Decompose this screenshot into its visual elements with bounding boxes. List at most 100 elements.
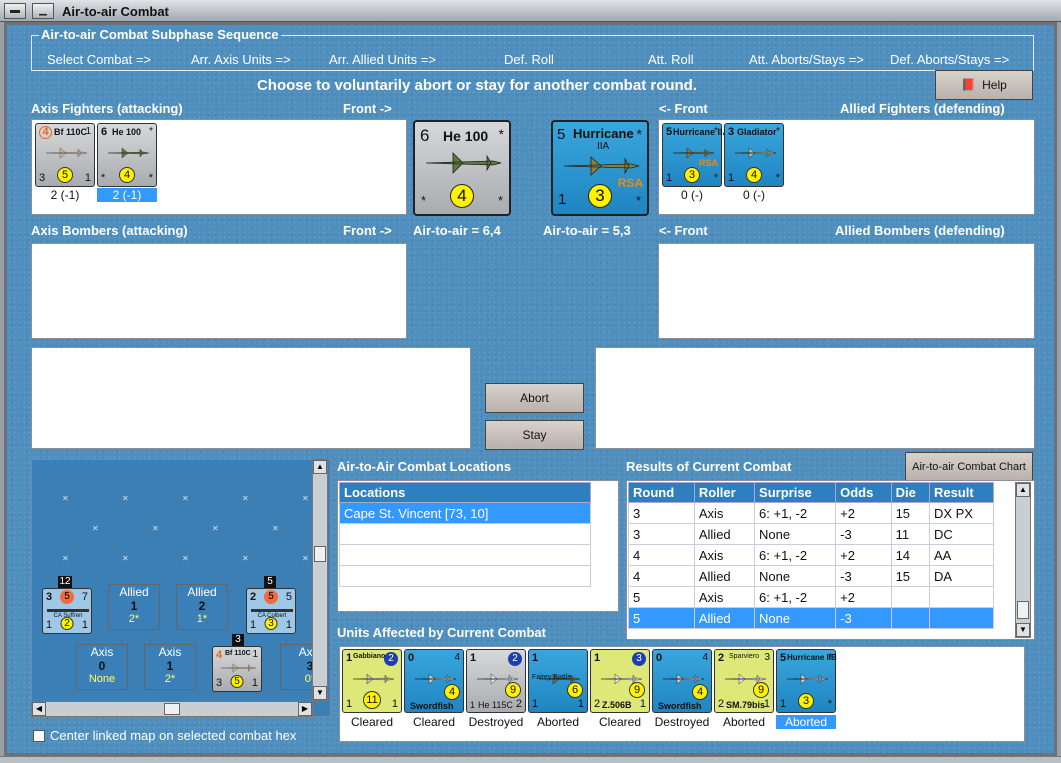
counter-strength: 5 [230,675,244,688]
scroll-down-icon[interactable]: ▼ [1016,623,1030,637]
cell-side: Allied [187,585,217,599]
stack-count-badge: 5 [264,576,276,588]
map-horizontal-scrollbar[interactable]: ◀ ▶ [31,701,313,717]
counter-strength: 11 [363,691,381,709]
scroll-up-icon[interactable]: ▲ [1016,483,1030,497]
counter-move: 1 [84,172,91,184]
hex-dot: ✕ [302,554,309,563]
scroll-right-icon[interactable]: ▶ [298,702,312,716]
counter-air-attack: 4 [216,649,223,661]
counter-strength: 6 [567,682,583,698]
cell-count: 0 [98,659,106,673]
affected-unit-swordfish-2[interactable]: 0 4 Swordfish 4 [652,649,712,713]
stay-button[interactable]: Stay [485,420,584,450]
table-row[interactable]: 5 Axis 6: +1, -2 +2 [628,586,995,608]
minimize-button[interactable]: ▁ [32,3,54,19]
plane-icon [734,147,777,159]
affected-unit-gabbiano[interactable]: 1 Gabbiano 2 1 11 1 [342,649,402,713]
counter-name: Gabbiano [353,653,386,660]
table-row[interactable]: 4 Allied None -3 15 DA [628,565,995,587]
unit-counter-he100[interactable]: 6 He 100 * * 4 * [97,123,157,187]
locations-column-header: Locations [339,482,591,503]
active-axis-fighter[interactable]: 6 He 100 * * 4 * [413,120,511,216]
units-affected-box[interactable]: 1 Gabbiano 2 1 11 1 Cleared 0 4 Swordfis… [339,646,1025,742]
plane-icon [220,663,257,673]
system-menu-button[interactable]: ▬ [4,3,26,19]
table-row-selected[interactable]: 5 Allied None -3 [628,607,995,629]
cell: AA [928,544,995,566]
axis-bombers-box[interactable] [31,243,407,339]
center-map-label: Center linked map on selected combat hex [50,728,297,743]
map-cell-axis-1[interactable]: Axis 1 2* [144,644,196,690]
cell: Axis [693,586,756,608]
table-row[interactable]: 4 Axis 6: +1, -2 +2 14 AA [628,544,995,566]
counter-range: 3 [764,652,770,663]
unit-counter-bf110c[interactable]: 4 Bf 110C 1 3 5 1 [35,123,95,187]
instruction-text: Choose to voluntarily abort or stay for … [256,77,698,94]
ship-counter-colbert[interactable]: 2 5 5 CA Colbert 1 3 1 [246,588,296,634]
unit-counter-hurricane[interactable]: 5 Hurricane IIA * RSA 1 3 * [662,123,729,187]
map-cell-allied-1[interactable]: Allied 1 2* [108,584,160,630]
unit-result-label: 0 (-) [743,188,765,202]
hex-dot: ✕ [242,554,249,563]
location-row-selected[interactable]: Cape St. Vincent [73, 10] [339,502,591,524]
affected-result: Aborted [536,715,580,729]
location-cell[interactable]: Cape St. Vincent [73, 10] [339,502,591,524]
affected-unit-hurricane-iib[interactable]: 5 Hurricane IIB * 1 3 * [776,649,837,713]
affected-result: Destroyed [468,715,524,729]
big-defense: 1 [558,191,567,208]
counter-range: 2 [508,652,522,666]
allied-fighters-box[interactable]: 5 Hurricane IIA * RSA 1 3 * 0 (-) 3 Glad… [658,119,1035,215]
cell-side: Axis [90,645,114,659]
map-vertical-scrollbar[interactable]: ▲ ▼ [312,459,328,701]
axis-fighters-box[interactable]: 4 Bf 110C 1 3 5 1 2 (-1) 6 He 100 * * 4 … [31,119,407,215]
location-row[interactable] [339,523,591,545]
active-allied-fighter[interactable]: 5 Hurricane IIA * RSA 1 3 * [551,120,649,216]
big-move: * [635,193,641,208]
locations-title: Air-to-Air Combat Locations [337,459,512,474]
allied-bombers-box[interactable] [658,243,1035,339]
cell [890,586,930,608]
scroll-left-icon[interactable]: ◀ [32,702,46,716]
location-row[interactable] [339,565,591,587]
big-nation: RSA [617,176,643,190]
results-scrollbar[interactable]: ▲ ▼ [1015,482,1031,638]
unit-counter-gladiator[interactable]: 3 Gladiator * 1 4 * [724,123,784,187]
mini-map[interactable]: ✕ ✕ ✕ ✕ ✕ ✕ ✕ ✕ ✕ ✕ ✕ ✕ ✕ ✕ 12 3 5 7 CA … [31,459,331,717]
help-label: Help [982,78,1007,92]
cell: None [754,607,837,629]
affected-result: Cleared [412,715,456,729]
abort-button[interactable]: Abort [485,383,584,413]
help-button[interactable]: 📕 Help [935,70,1033,100]
ship-icon [251,609,293,612]
scroll-down-icon[interactable]: ▼ [313,686,327,700]
axis-bombers-front: Front -> [343,223,392,238]
center-map-checkbox[interactable] [33,730,45,742]
affected-unit-swordfish[interactable]: 0 4 Swordfish 4 [404,649,464,713]
counter-subname: Sparviero [729,653,759,660]
affected-unit-he115c[interactable]: 1 2 1 He 115C 9 2 [466,649,526,713]
scroll-up-icon[interactable]: ▲ [313,460,327,474]
affected-unit-fairey-battle[interactable]: 1 Fairey Battle 1 6 1 [528,649,588,713]
table-row[interactable]: 3 Allied None -3 11 DC [628,523,995,545]
location-row[interactable] [339,544,591,566]
combat-chart-button[interactable]: Air-to-air Combat Chart [905,452,1033,482]
scroll-thumb[interactable] [314,546,326,562]
cell-count: 1 [130,599,138,613]
counter-range: 1 [252,649,258,660]
map-cell-allied-2[interactable]: Allied 2 1* [176,584,228,630]
scroll-thumb[interactable] [1017,601,1029,619]
affected-unit-z506b[interactable]: 1 3 2 Z.506B 9 1 [590,649,650,713]
affected-unit-sm79bis[interactable]: 2 Sparviero 3 2 SM.79bis 9 1 [714,649,774,713]
table-row[interactable]: 3 Axis 6: +1, -2 +2 15 DX PX [628,502,995,524]
scroll-thumb[interactable] [164,703,180,715]
counter-strength: 5 [57,167,73,183]
cell [928,607,995,629]
cell-count: 1 [166,659,174,673]
step-def-aborts: Def. Aborts/Stays => [890,52,1010,67]
ship-counter-suffren[interactable]: 3 5 7 CA Suffren 1 2 1 [42,588,92,634]
cell: None [754,523,837,545]
map-cell-axis-0[interactable]: Axis 0 None [76,644,128,690]
counter-defense: 1 [346,698,353,710]
map-fighter-bf110c[interactable]: 4 Bf 110C 1 3 5 1 [212,646,262,692]
